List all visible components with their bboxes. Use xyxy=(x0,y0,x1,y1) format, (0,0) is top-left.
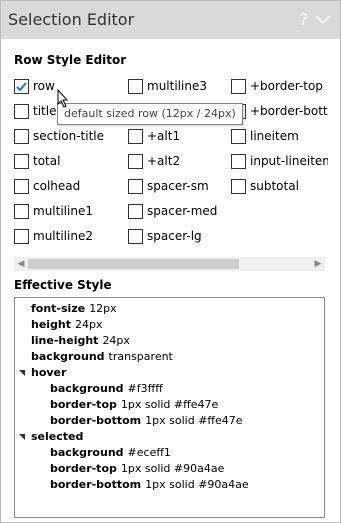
property-value: 1px solid #ffe47e xyxy=(145,414,243,427)
panel-title: Selection Editor xyxy=(8,10,135,29)
chevron-down-icon[interactable] xyxy=(314,12,332,26)
property-name: border-top xyxy=(50,462,117,475)
property-name: background xyxy=(50,382,124,395)
checkbox-label: total xyxy=(33,154,61,168)
checkbox[interactable] xyxy=(231,79,246,94)
checkbox-label: +alt2 xyxy=(147,154,181,168)
checkbox[interactable] xyxy=(14,204,29,219)
help-icon[interactable]: ? xyxy=(300,10,309,29)
property-value: #eceff1 xyxy=(127,446,171,459)
style-property: line-height 24px xyxy=(31,334,130,347)
checkbox[interactable] xyxy=(14,79,29,94)
style-property: border-bottom 1px solid #90a4ae xyxy=(50,478,249,491)
property-name: border-top xyxy=(50,398,117,411)
style-property: font-size 12px xyxy=(31,302,117,315)
property-value: 1px solid #90a4ae xyxy=(120,462,225,475)
effective-style-tree[interactable]: font-size 12px height 24px line-height 24px ba… xyxy=(14,297,325,518)
checkbox[interactable] xyxy=(14,229,29,244)
checkbox[interactable] xyxy=(128,154,143,169)
checkbox-label: title xyxy=(33,104,57,118)
row-style-heading: Row Style Editor xyxy=(14,53,127,67)
checkbox[interactable] xyxy=(14,179,29,194)
style-property: background #eceff1 xyxy=(50,446,171,459)
style-property: border-top 1px solid #ffe47e xyxy=(50,398,218,411)
property-name: background xyxy=(31,350,105,363)
checkbox-label: multiline1 xyxy=(33,204,93,218)
style-property: background transparent xyxy=(31,350,173,363)
scroll-left-icon[interactable]: ◀ xyxy=(14,257,28,271)
property-value: 12px xyxy=(89,302,117,315)
style-group-header[interactable]: selected xyxy=(31,430,83,443)
property-name: border-bottom xyxy=(50,414,142,427)
property-name: height xyxy=(31,318,72,331)
checkbox[interactable] xyxy=(128,204,143,219)
checkbox-label: spacer-med xyxy=(147,204,218,218)
scrollbar-thumb[interactable] xyxy=(28,259,239,269)
property-name: font-size xyxy=(31,302,86,315)
property-name: background xyxy=(50,446,124,459)
checkbox[interactable] xyxy=(231,179,246,194)
property-value: 1px solid #ffe47e xyxy=(120,398,219,411)
checkbox[interactable] xyxy=(231,129,246,144)
checkbox[interactable] xyxy=(128,79,143,94)
effective-style-heading: Effective Style xyxy=(14,278,112,292)
checkbox-label: +alt1 xyxy=(147,129,181,143)
property-value: transparent xyxy=(108,350,173,363)
checkbox[interactable] xyxy=(231,154,246,169)
selection-editor-panel: Selection Editor ? Row Style Editor row m… xyxy=(0,0,341,523)
checkbox[interactable] xyxy=(14,154,29,169)
checkbox-label: colhead xyxy=(33,179,81,193)
checkbox-label: multiline2 xyxy=(33,229,93,243)
checkbox-label: spacer-sm xyxy=(147,179,209,193)
checkbox[interactable] xyxy=(14,129,29,144)
style-property: background #f3ffff xyxy=(50,382,163,395)
style-property: height 24px xyxy=(31,318,103,331)
property-value: 24px xyxy=(102,334,130,347)
checkbox[interactable] xyxy=(128,179,143,194)
checkbox-label: +border-top xyxy=(250,79,323,93)
property-value: 1px solid #90a4ae xyxy=(145,478,249,491)
checkbox-label: lineitem xyxy=(250,129,299,143)
checkbox[interactable] xyxy=(128,129,143,144)
checkbox-label: +border-bottom xyxy=(250,104,328,118)
checkbox[interactable] xyxy=(14,104,29,119)
expand-toggle-icon[interactable] xyxy=(19,434,25,440)
checkbox-label: multiline3 xyxy=(147,79,207,93)
scroll-right-icon[interactable]: ▶ xyxy=(311,257,325,271)
tooltip: default sized row (12px / 24px) xyxy=(57,103,243,125)
title-bar: Selection Editor ? xyxy=(1,1,340,39)
checkbox-label: spacer-lg xyxy=(147,229,202,243)
property-name: line-height xyxy=(31,334,99,347)
checkbox-label: row xyxy=(33,79,55,93)
expand-toggle-icon[interactable] xyxy=(19,370,25,376)
property-value: #f3ffff xyxy=(127,382,163,395)
mouse-cursor-icon xyxy=(57,88,69,112)
property-name: border-bottom xyxy=(50,478,142,491)
style-group-header[interactable]: hover xyxy=(31,366,66,379)
checkbox-label: subtotal xyxy=(250,179,299,193)
style-property: border-top 1px solid #90a4ae xyxy=(50,462,224,475)
checkbox-label: section-title xyxy=(33,129,105,143)
style-property: border-bottom 1px solid #ffe47e xyxy=(50,414,243,427)
horizontal-scrollbar[interactable]: ◀ ▶ xyxy=(14,257,325,271)
checkmark-icon xyxy=(16,82,27,92)
checkbox-label: input-lineitem xyxy=(250,154,328,168)
checkbox[interactable] xyxy=(128,229,143,244)
property-value: 24px xyxy=(75,318,103,331)
